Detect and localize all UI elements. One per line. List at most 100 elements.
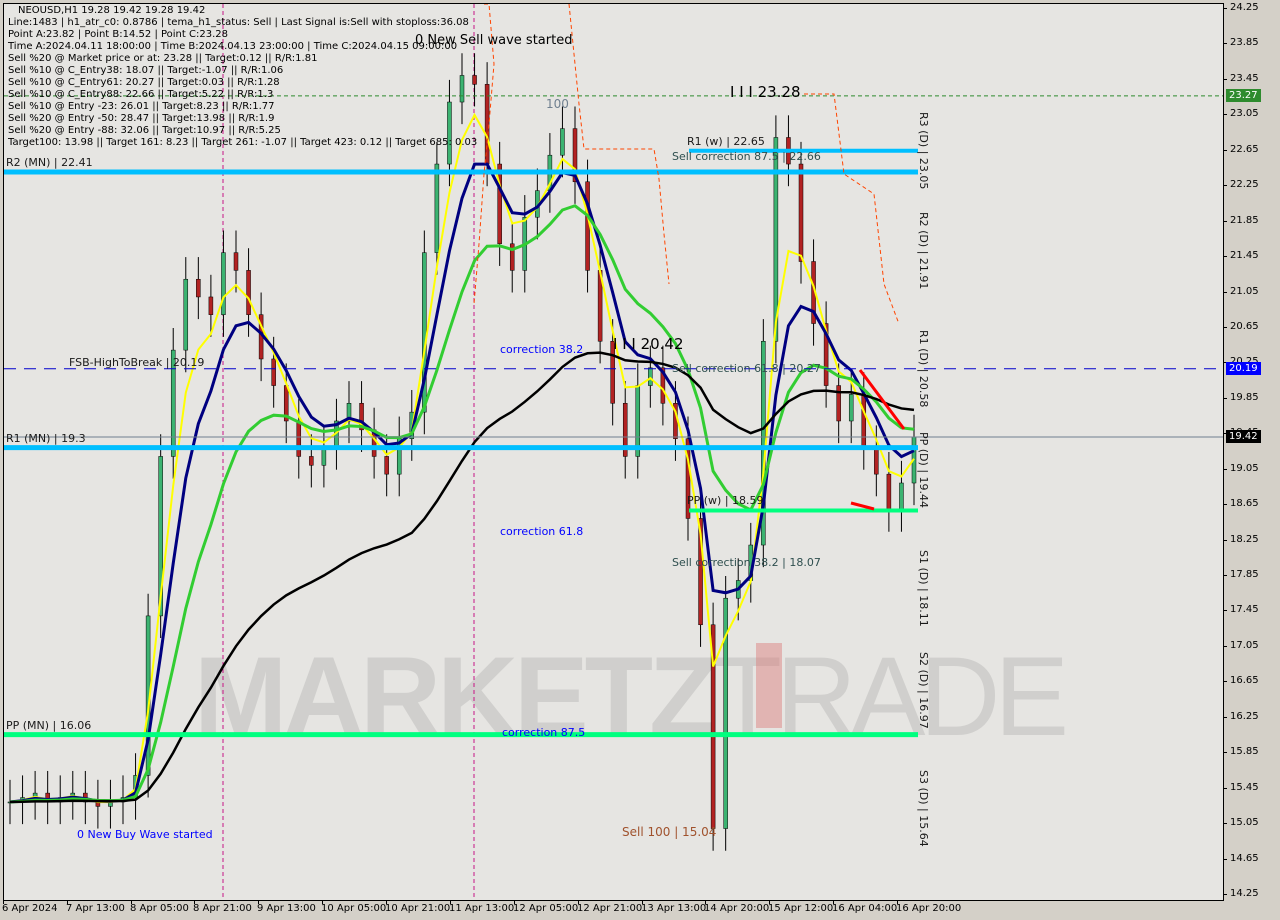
y-tick — [1223, 8, 1227, 9]
y-tick-label: 15.85 — [1230, 746, 1259, 758]
y-tick — [1223, 468, 1227, 470]
y-tick — [1223, 504, 1227, 506]
y-tick — [1223, 858, 1227, 860]
y-tick-label: 15.05 — [1230, 817, 1259, 829]
info-line: Sell %10 @ Entry -23: 26.01 || Target:8.… — [8, 101, 275, 112]
y-tick — [1223, 185, 1227, 187]
x-tick-label: 15 Apr 12:00 — [768, 903, 834, 914]
candle-body — [899, 482, 904, 510]
stop-envelope-line — [804, 93, 900, 325]
candle-body — [798, 163, 804, 262]
candle-body — [246, 270, 251, 315]
x-tick — [450, 900, 451, 904]
x-tick-label: 12 Apr 05:00 — [513, 903, 579, 914]
y-tick-label: 23.05 — [1230, 108, 1259, 120]
y-tick-label: 23.45 — [1230, 72, 1259, 84]
y-tick — [1223, 326, 1227, 328]
candle-body — [309, 456, 314, 466]
x-tick-label: 14 Apr 20:00 — [704, 903, 770, 914]
x-tick-label: 9 Apr 13:00 — [257, 903, 316, 914]
y-tick — [1223, 716, 1227, 718]
y-tick — [1223, 397, 1227, 399]
chart-annotation: Sell correction 87.5 | 22.66 — [672, 150, 821, 163]
y-tick-label: 16.25 — [1230, 710, 1259, 722]
y-tick — [1223, 752, 1227, 754]
candle-body — [384, 456, 389, 475]
x-tick — [769, 900, 770, 904]
candle-body — [560, 128, 565, 156]
y-tick — [1223, 43, 1227, 45]
candle-body — [886, 473, 892, 510]
level-label: R2 (MN) | 22.41 — [6, 156, 93, 170]
candle-body — [271, 358, 276, 386]
daily-pivot-label: R3 (D) | 23.05 — [917, 112, 930, 190]
y-tick-label: 19.05 — [1230, 462, 1259, 474]
daily-pivot-label: PP (D) | 19.44 — [917, 432, 930, 509]
x-tick — [386, 900, 387, 904]
y-tick-label: 16.65 — [1230, 675, 1259, 687]
candle-body — [848, 394, 854, 422]
y-tick-label: 18.25 — [1230, 533, 1259, 545]
price-tag-point-c: 23.27 — [1226, 88, 1261, 102]
x-tick — [322, 900, 323, 904]
candle-body — [861, 394, 867, 448]
candle-body — [296, 420, 302, 457]
level-label: R1 (MN) | 19.3 — [6, 431, 86, 445]
x-tick — [67, 900, 68, 904]
x-tick-label: 7 Apr 13:00 — [66, 903, 125, 914]
y-tick-label: 22.65 — [1230, 143, 1259, 155]
y-tick-label: 14.65 — [1230, 852, 1259, 864]
y-tick — [1223, 149, 1227, 151]
daily-pivot-label: R1 (D) | 20.58 — [917, 330, 930, 408]
y-tick-label: 17.05 — [1230, 639, 1259, 651]
candle-body — [874, 447, 879, 475]
y-tick — [1223, 291, 1227, 293]
y-tick-label: 18.65 — [1230, 498, 1259, 510]
trend-line — [850, 501, 875, 511]
info-line: Sell %10 @ C_Entry61: 20.27 || Target:0.… — [8, 77, 280, 88]
daily-pivot-label: S3 (D) | 15.64 — [917, 770, 930, 847]
candle-body — [321, 447, 327, 466]
x-tick-label: 16 Apr 04:00 — [832, 903, 898, 914]
x-tick — [833, 900, 834, 904]
x-tick — [705, 900, 706, 904]
y-tick-label: 21.45 — [1230, 250, 1259, 262]
x-tick — [514, 900, 515, 904]
chart-annotation: I I I 23.28 — [730, 83, 801, 101]
y-tick — [1223, 681, 1227, 683]
chart-annotation: 0 New Sell wave started — [415, 33, 573, 48]
y-tick — [1223, 787, 1227, 789]
daily-pivot-label: R2 (D) | 21.91 — [917, 212, 930, 290]
y-tick — [1223, 78, 1227, 80]
chart-area[interactable]: MARKETZTRADE NEOUSD,H1 19.28 19.42 19.28… — [3, 3, 1224, 901]
candle-body — [648, 367, 653, 386]
stop-envelope-line — [568, 4, 670, 285]
x-tick — [258, 900, 259, 904]
y-tick-label: 24.25 — [1230, 2, 1259, 13]
daily-pivot-label: S2 (D) | 16.97 — [917, 652, 930, 729]
y-tick-label: 17.85 — [1230, 569, 1259, 581]
y-tick-label: 23.85 — [1230, 37, 1259, 49]
candle-body — [459, 75, 465, 103]
y-tick — [1223, 220, 1227, 222]
x-tick-label: 13 Apr 13:00 — [641, 903, 707, 914]
x-tick-label: 8 Apr 05:00 — [130, 903, 189, 914]
chart-annotation: Sell correction 61.8 | 20.27 — [672, 362, 821, 375]
x-tick-label: 11 Apr 13:00 — [449, 903, 515, 914]
info-line: Sell %20 @ Entry -50: 28.47 || Target:13… — [8, 113, 275, 124]
x-tick — [897, 900, 898, 904]
x-tick-label: 16 Apr 20:00 — [896, 903, 962, 914]
level-label: FSB-HighToBreak | 20.19 — [69, 355, 205, 369]
info-line: Sell %20 @ Entry -88: 32.06 || Target:10… — [8, 125, 281, 136]
y-tick-label: 21.85 — [1230, 214, 1259, 226]
x-tick-label: 6 Apr 2024 — [2, 903, 58, 914]
candle-body — [472, 75, 477, 85]
info-line: Line:1483 | h1_atr_c0: 0.8786 | tema_h1_… — [8, 17, 469, 28]
y-tick — [1223, 256, 1227, 258]
chart-annotation: Sell 100 | 15.04 — [622, 825, 717, 839]
y-tick — [1223, 610, 1227, 612]
level-label: R1 (w) | 22.65 — [687, 134, 765, 148]
x-tick — [3, 900, 4, 904]
y-tick-label: 20.65 — [1230, 320, 1259, 332]
level-label: PP (MN) | 16.06 — [6, 718, 92, 732]
